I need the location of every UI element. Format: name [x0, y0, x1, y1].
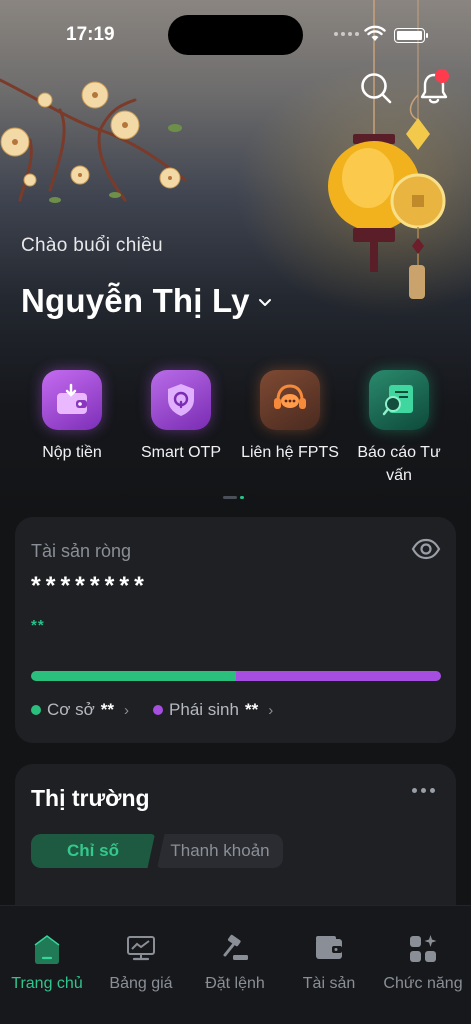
- shield-otp-icon: [151, 370, 211, 430]
- quick-action-label: Smart OTP: [140, 444, 221, 461]
- wifi-icon: [364, 25, 386, 41]
- eye-icon[interactable]: [411, 538, 441, 560]
- wallet-deposit-icon: [42, 370, 102, 430]
- nav-label: Bảng giá: [109, 975, 173, 992]
- nav-label: Trang chủ: [11, 975, 83, 992]
- nav-home[interactable]: Trang chủ: [0, 906, 94, 1024]
- derivative-segment: [236, 671, 441, 681]
- net-assets-value: ********: [31, 572, 149, 600]
- quick-action-smart-otp[interactable]: Smart OTP: [126, 370, 236, 464]
- more-options-icon[interactable]: [412, 788, 435, 793]
- price-board-icon: [127, 936, 155, 961]
- page-indicator: [223, 496, 244, 499]
- legend-label: Phái sinh: [169, 700, 239, 719]
- chevron-right-icon: ›: [124, 701, 130, 719]
- tab-index[interactable]: Chỉ số: [31, 834, 155, 868]
- legend-value: **: [244, 700, 259, 719]
- asset-allocation-bar: [31, 671, 441, 681]
- headset-support-icon: [260, 370, 320, 430]
- quick-action-contact-fpts[interactable]: Liên hệ FPTS: [235, 370, 345, 464]
- quick-action-deposit[interactable]: Nộp tiền: [17, 370, 127, 464]
- derivative-dot: [153, 705, 164, 715]
- net-assets-card: Tài sản ròng ******** ** Cơ sở ** › Phái…: [15, 517, 456, 743]
- account-selector[interactable]: Nguyễn Thị Ly: [21, 282, 272, 320]
- status-bar: 17:19: [0, 15, 471, 55]
- quick-action-label: Liên hệ FPTS: [241, 444, 339, 461]
- report-advice-icon: [369, 370, 429, 430]
- nav-assets[interactable]: Tài sản: [282, 906, 376, 1024]
- quick-action-advice-report[interactable]: Báo cáo Tư vấn: [344, 370, 454, 487]
- net-assets-title: Tài sản ròng: [31, 541, 132, 561]
- legend-value: **: [100, 700, 115, 719]
- nav-label: Chức năng: [383, 975, 463, 992]
- notification-dot: [435, 69, 449, 83]
- bottom-navigation: Trang chủ Bảng giá Đặt lệnh Tài sản Chức…: [0, 905, 471, 1024]
- greeting-text: Chào buổi chiều: [21, 235, 163, 256]
- camera-notch: [168, 15, 303, 55]
- base-dot: [31, 705, 41, 715]
- asset-legend: Cơ sở ** › Phái sinh ** ›: [31, 700, 273, 720]
- chevron-right-icon: ›: [268, 701, 274, 719]
- quick-actions: Nộp tiền Smart OTP Liên hệ FPTS Báo cáo …: [0, 370, 471, 490]
- quick-action-label: Nộp tiền: [42, 444, 102, 461]
- grid-functions-icon: [410, 935, 437, 962]
- nav-functions[interactable]: Chức năng: [376, 906, 470, 1024]
- wallet-icon: [316, 936, 342, 959]
- legend-derivative[interactable]: Phái sinh ** ›: [153, 700, 273, 720]
- net-assets-change: **: [31, 617, 45, 634]
- base-segment: [31, 671, 236, 681]
- search-icon[interactable]: [359, 71, 393, 105]
- legend-base[interactable]: Cơ sở ** ›: [31, 700, 129, 720]
- user-name: Nguyễn Thị Ly: [21, 282, 250, 319]
- nav-price-board[interactable]: Bảng giá: [94, 906, 188, 1024]
- nav-label: Tài sản: [302, 975, 356, 992]
- battery-icon: [394, 28, 428, 43]
- home-icon: [34, 935, 60, 964]
- market-tabs: Chỉ số Thanh khoản: [31, 834, 283, 868]
- signal-icon: [334, 32, 359, 36]
- status-time: 17:19: [66, 24, 115, 45]
- nav-place-order[interactable]: Đặt lệnh: [188, 906, 282, 1024]
- nav-label: Đặt lệnh: [205, 975, 265, 992]
- chevron-down-icon: [258, 299, 271, 306]
- quick-action-label: Báo cáo Tư vấn: [357, 444, 441, 484]
- notification-button[interactable]: [418, 69, 450, 110]
- legend-label: Cơ sở: [47, 700, 95, 719]
- tab-liquidity[interactable]: Thanh khoản: [157, 834, 283, 868]
- blossom-branch-decoration: [0, 78, 187, 203]
- market-title: Thị trường: [31, 785, 150, 811]
- gavel-order-icon: [223, 934, 248, 960]
